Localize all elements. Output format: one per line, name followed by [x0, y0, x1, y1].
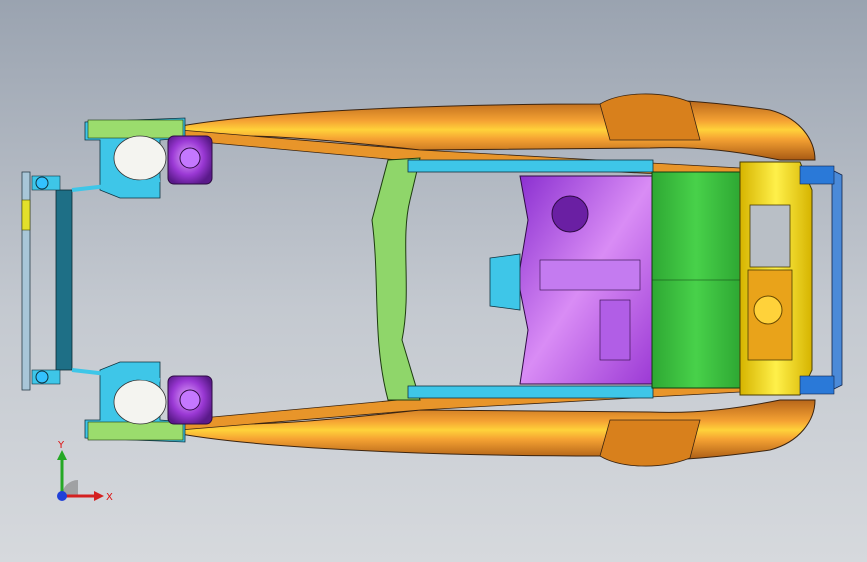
- z-axis-dot: [57, 491, 67, 501]
- floor-spare-well: [551, 195, 589, 233]
- cowl-bar-lower: [407, 385, 654, 399]
- rear-opening: [749, 204, 791, 268]
- rear-bumper-beam: [831, 169, 843, 391]
- graphics-viewport[interactable]: Y X: [0, 0, 867, 562]
- lower-side-rail: [168, 399, 816, 461]
- windshield-frame: [371, 157, 421, 401]
- upper-side-rail: [168, 99, 816, 161]
- cowl-bar-upper: [407, 159, 654, 173]
- front-apron-lower: [87, 421, 184, 441]
- y-axis-label: Y: [57, 440, 65, 451]
- rear-arch-lower: [599, 419, 701, 467]
- floor-crossmember: [599, 299, 631, 361]
- body-in-white-model[interactable]: [0, 0, 867, 562]
- floor-tunnel: [539, 259, 641, 291]
- front-wheelhouse-upper: [113, 135, 167, 181]
- coordinate-triad: Y X: [57, 440, 113, 503]
- center-tunnel-bracket: [489, 253, 521, 311]
- front-wheelhouse-lower: [113, 379, 167, 425]
- front-apron-upper: [87, 119, 184, 139]
- rear-arch-upper: [599, 93, 701, 141]
- x-axis-label: X: [106, 492, 113, 503]
- radiator-support: [55, 189, 73, 371]
